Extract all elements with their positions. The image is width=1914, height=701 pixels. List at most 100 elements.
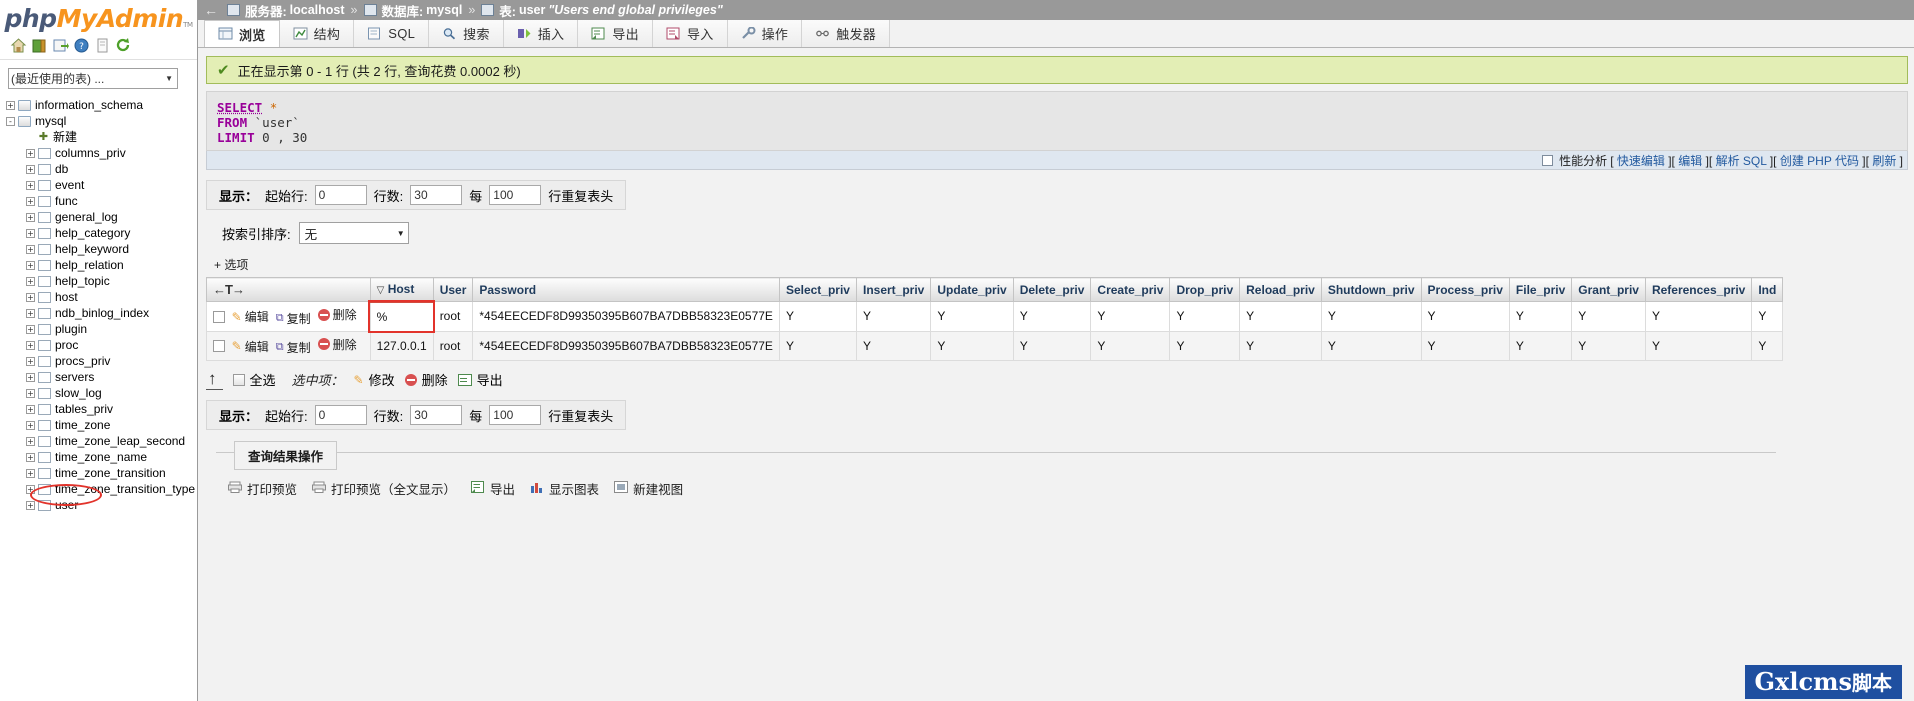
tree-item-func[interactable]: + func <box>4 193 197 209</box>
tree-expander-icon[interactable]: + <box>26 292 35 302</box>
cell-Ind[interactable]: Y <box>1751 301 1784 332</box>
cell-Delete_priv[interactable]: Y <box>1012 301 1092 332</box>
sql-icon[interactable] <box>52 37 69 54</box>
qro-link-显示图表[interactable]: 显示图表 <box>530 479 599 498</box>
row-edit-button[interactable]: ✎ 编辑 <box>232 338 269 355</box>
column-header-Shutdown_priv[interactable]: Shutdown_priv <box>1320 277 1422 302</box>
cell-Password[interactable]: *454EECEDF8D99350395B607BA7DBB58323E0577… <box>472 330 780 361</box>
tree-expander-icon[interactable]: + <box>6 100 15 110</box>
breadcrumb-table-value[interactable]: user <box>519 3 545 17</box>
tree-item-time_zone_leap_second[interactable]: + time_zone_leap_second <box>4 433 197 449</box>
qro-link-导出[interactable]: 导出 <box>471 479 515 498</box>
tab-导入[interactable]: 导入 <box>651 20 728 47</box>
tree-item-proc[interactable]: + proc <box>4 337 197 353</box>
tree-item-time_zone_name[interactable]: + time_zone_name <box>4 449 197 465</box>
cell-Drop_priv[interactable]: Y <box>1169 301 1241 332</box>
row-copy-button[interactable]: ⧉ 复制 <box>276 339 311 356</box>
tree-expander-icon[interactable]: + <box>26 212 35 222</box>
column-header-Reload_priv[interactable]: Reload_priv <box>1239 277 1322 302</box>
cell-Shutdown_priv[interactable]: Y <box>1320 330 1422 361</box>
cell-Select_priv[interactable]: Y <box>778 301 857 332</box>
breadcrumb-db-value[interactable]: mysql <box>426 3 462 17</box>
tree-item-ndb_binlog_index[interactable]: + ndb_binlog_index <box>4 305 197 321</box>
cell-Update_priv[interactable]: Y <box>930 301 1014 332</box>
tree-item-help_relation[interactable]: + help_relation <box>4 257 197 273</box>
cell-Process_priv[interactable]: Y <box>1420 330 1510 361</box>
tree-item-user[interactable]: + user <box>4 497 197 513</box>
home-icon[interactable] <box>10 37 27 54</box>
tree-item-help_keyword[interactable]: + help_keyword <box>4 241 197 257</box>
cell-Delete_priv[interactable]: Y <box>1012 330 1092 361</box>
start-row-input-bottom[interactable] <box>314 405 367 425</box>
cell-Insert_priv[interactable]: Y <box>855 301 932 332</box>
cell-Shutdown_priv[interactable]: Y <box>1320 301 1422 332</box>
tree-item-information_schema[interactable]: + information_schema <box>4 97 197 113</box>
tree-expander-icon[interactable]: + <box>26 324 35 334</box>
table-row[interactable]: ✎ 编辑 ⧉ 复制 删除 127.0.0.1 root *454EECEDF8D9935039… <box>206 330 1784 361</box>
qro-link-打印预览全文显示[interactable]: 打印预览（全文显示） <box>312 479 456 498</box>
tree-item---[interactable]: ✚ 新建 <box>4 129 197 145</box>
tab-触发器[interactable]: 触发器 <box>801 20 891 47</box>
logout-icon[interactable] <box>31 37 48 54</box>
back-arrow-icon[interactable]: ← <box>204 2 218 18</box>
tab-导出[interactable]: 导出 <box>577 20 653 47</box>
cell-Create_priv[interactable]: Y <box>1090 301 1171 332</box>
rows-input-top[interactable] <box>410 185 463 205</box>
tree-expander-icon[interactable]: + <box>26 180 35 190</box>
tab-插入[interactable]: 插入 <box>502 20 579 47</box>
sql-action-link[interactable]: 解析 SQL <box>1716 154 1767 168</box>
cell-Drop_priv[interactable]: Y <box>1169 330 1241 361</box>
tree-expander-icon[interactable]: + <box>26 196 35 206</box>
tree-expander-icon[interactable]: + <box>26 484 35 494</box>
tree-item-general_log[interactable]: + general_log <box>4 209 197 225</box>
tree-item-db[interactable]: + db <box>4 161 197 177</box>
tree-expander-icon[interactable]: + <box>26 164 35 174</box>
cell-Grant_priv[interactable]: Y <box>1571 301 1646 332</box>
tree-item-slow_log[interactable]: + slow_log <box>4 385 197 401</box>
tree-item-servers[interactable]: + servers <box>4 369 197 385</box>
tree-item-procs_priv[interactable]: + procs_priv <box>4 353 197 369</box>
tree-item-plugin[interactable]: + plugin <box>4 321 197 337</box>
every-input-bottom[interactable] <box>489 405 542 425</box>
sql-action-解析-SQL[interactable]: [ 解析 SQL ] <box>1709 154 1773 168</box>
tree-expander-icon[interactable]: + <box>26 500 35 510</box>
tree-item-time_zone[interactable]: + time_zone <box>4 417 197 433</box>
qro-link-新建视图[interactable]: 新建视图 <box>614 479 683 498</box>
column-header-Insert_priv[interactable]: Insert_priv <box>855 277 932 302</box>
pma-logo[interactable]: phpMyAdminTM <box>0 0 197 33</box>
tree-item-help_category[interactable]: + help_category <box>4 225 197 241</box>
column-header-Select_priv[interactable]: Select_priv <box>778 277 857 302</box>
cell-File_priv[interactable]: Y <box>1508 330 1573 361</box>
tree-expander-icon[interactable]: + <box>26 340 35 350</box>
cell-Host[interactable]: 127.0.0.1 <box>369 330 434 361</box>
cell-User[interactable]: root <box>432 330 474 361</box>
row-copy-button[interactable]: ⧉ 复制 <box>276 310 311 327</box>
tree-expander-icon[interactable]: + <box>26 388 35 398</box>
cell-File_priv[interactable]: Y <box>1508 301 1573 332</box>
cell-Reload_priv[interactable]: Y <box>1239 301 1322 332</box>
row-delete-button[interactable]: 删除 <box>317 306 357 323</box>
cell-Reload_priv[interactable]: Y <box>1239 330 1322 361</box>
tree-expander-icon[interactable]: + <box>26 228 35 238</box>
tab-SQL[interactable]: SQL <box>353 20 430 47</box>
rows-input-bottom[interactable] <box>410 405 463 425</box>
column-header-Update_priv[interactable]: Update_priv <box>930 277 1014 302</box>
column-header-Host[interactable]: ▽ Host <box>369 277 434 303</box>
row-checkbox[interactable] <box>213 340 225 352</box>
sql-action-快速编辑[interactable]: [ 快速编辑 ] <box>1610 154 1671 168</box>
column-header-File_priv[interactable]: File_priv <box>1508 277 1573 302</box>
row-nav-arrows[interactable]: ←T→ <box>213 282 245 297</box>
column-header-Password[interactable]: Password <box>472 277 780 302</box>
cell-User[interactable]: root <box>432 301 474 332</box>
tree-expander-icon[interactable]: + <box>26 260 35 270</box>
sql-query-text[interactable]: SELECT * FROM `user` LIMIT 0 , 30 <box>217 100 1897 145</box>
cell-Update_priv[interactable]: Y <box>930 330 1014 361</box>
cell-Ind[interactable]: Y <box>1751 330 1784 361</box>
column-header-Ind[interactable]: Ind <box>1751 277 1784 302</box>
bulk-delete-button[interactable]: 删除 <box>404 370 448 389</box>
sql-action-刷新[interactable]: [ 刷新 ] <box>1866 154 1903 168</box>
options-toggle[interactable]: + 选项 <box>214 256 1914 273</box>
cell-References_priv[interactable]: Y <box>1644 301 1753 332</box>
column-header-Delete_priv[interactable]: Delete_priv <box>1012 277 1092 302</box>
start-row-input-top[interactable] <box>314 185 367 205</box>
